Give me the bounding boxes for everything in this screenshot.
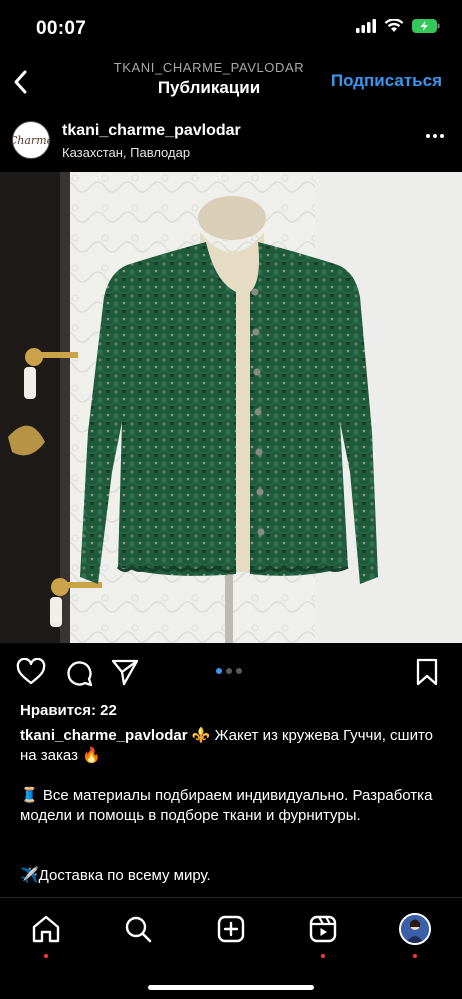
post-location[interactable]: Казахстан, Павлодар: [62, 145, 190, 160]
post-username[interactable]: tkani_charme_pavlodar: [62, 122, 241, 140]
caption-username[interactable]: tkani_charme_pavlodar: [20, 727, 188, 744]
carousel-indicator: [216, 668, 242, 674]
search-icon[interactable]: [123, 914, 153, 944]
profile-avatar-image: [401, 915, 429, 943]
bookmark-icon[interactable]: [414, 658, 440, 686]
home-notification-dot: [44, 954, 48, 958]
carousel-dot: [236, 668, 242, 674]
carousel-dot: [226, 668, 232, 674]
more-dots-icon[interactable]: [426, 134, 444, 138]
profile-notification-dot: [413, 954, 417, 958]
share-icon[interactable]: [110, 658, 140, 686]
reels-icon[interactable]: [308, 914, 338, 944]
caption-paragraph-delivery: ✈️Доставка по всему миру.: [20, 867, 211, 884]
add-post-icon[interactable]: [216, 914, 246, 944]
battery-charging-icon: [412, 19, 440, 33]
comment-icon[interactable]: [64, 658, 94, 688]
profile-avatar[interactable]: [399, 913, 431, 945]
status-icons: [356, 19, 440, 33]
heart-icon[interactable]: [16, 658, 46, 686]
home-indicator: [148, 985, 314, 990]
bottom-tab-bar: [0, 897, 462, 963]
action-bar: [0, 648, 462, 696]
post-header: Charme tkani_charme_pavlodar Казахстан, …: [0, 114, 462, 170]
nav-header: TKANI_CHARME_PAVLODAR Публикации Подписа…: [0, 56, 462, 108]
home-icon[interactable]: [31, 914, 61, 944]
likes-count[interactable]: Нравится: 22: [20, 702, 117, 719]
reels-notification-dot: [321, 954, 325, 958]
caption: tkani_charme_pavlodar ⚜️ Жакет из кружев…: [20, 726, 450, 766]
status-time: 00:07: [36, 18, 87, 39]
wifi-icon: [384, 19, 404, 32]
subscribe-button[interactable]: Подписаться: [331, 71, 442, 91]
cellular-signal-icon: [356, 19, 376, 33]
caption-paragraph-materials: 🧵 Все материалы подбираем индивидуально.…: [20, 787, 433, 824]
jacket-photo: [0, 172, 462, 643]
avatar-logo: Charme: [13, 133, 49, 147]
status-bar: 00:07: [0, 0, 462, 56]
post-image[interactable]: [0, 172, 462, 643]
carousel-dot-active: [216, 668, 222, 674]
avatar[interactable]: Charme: [12, 121, 50, 159]
